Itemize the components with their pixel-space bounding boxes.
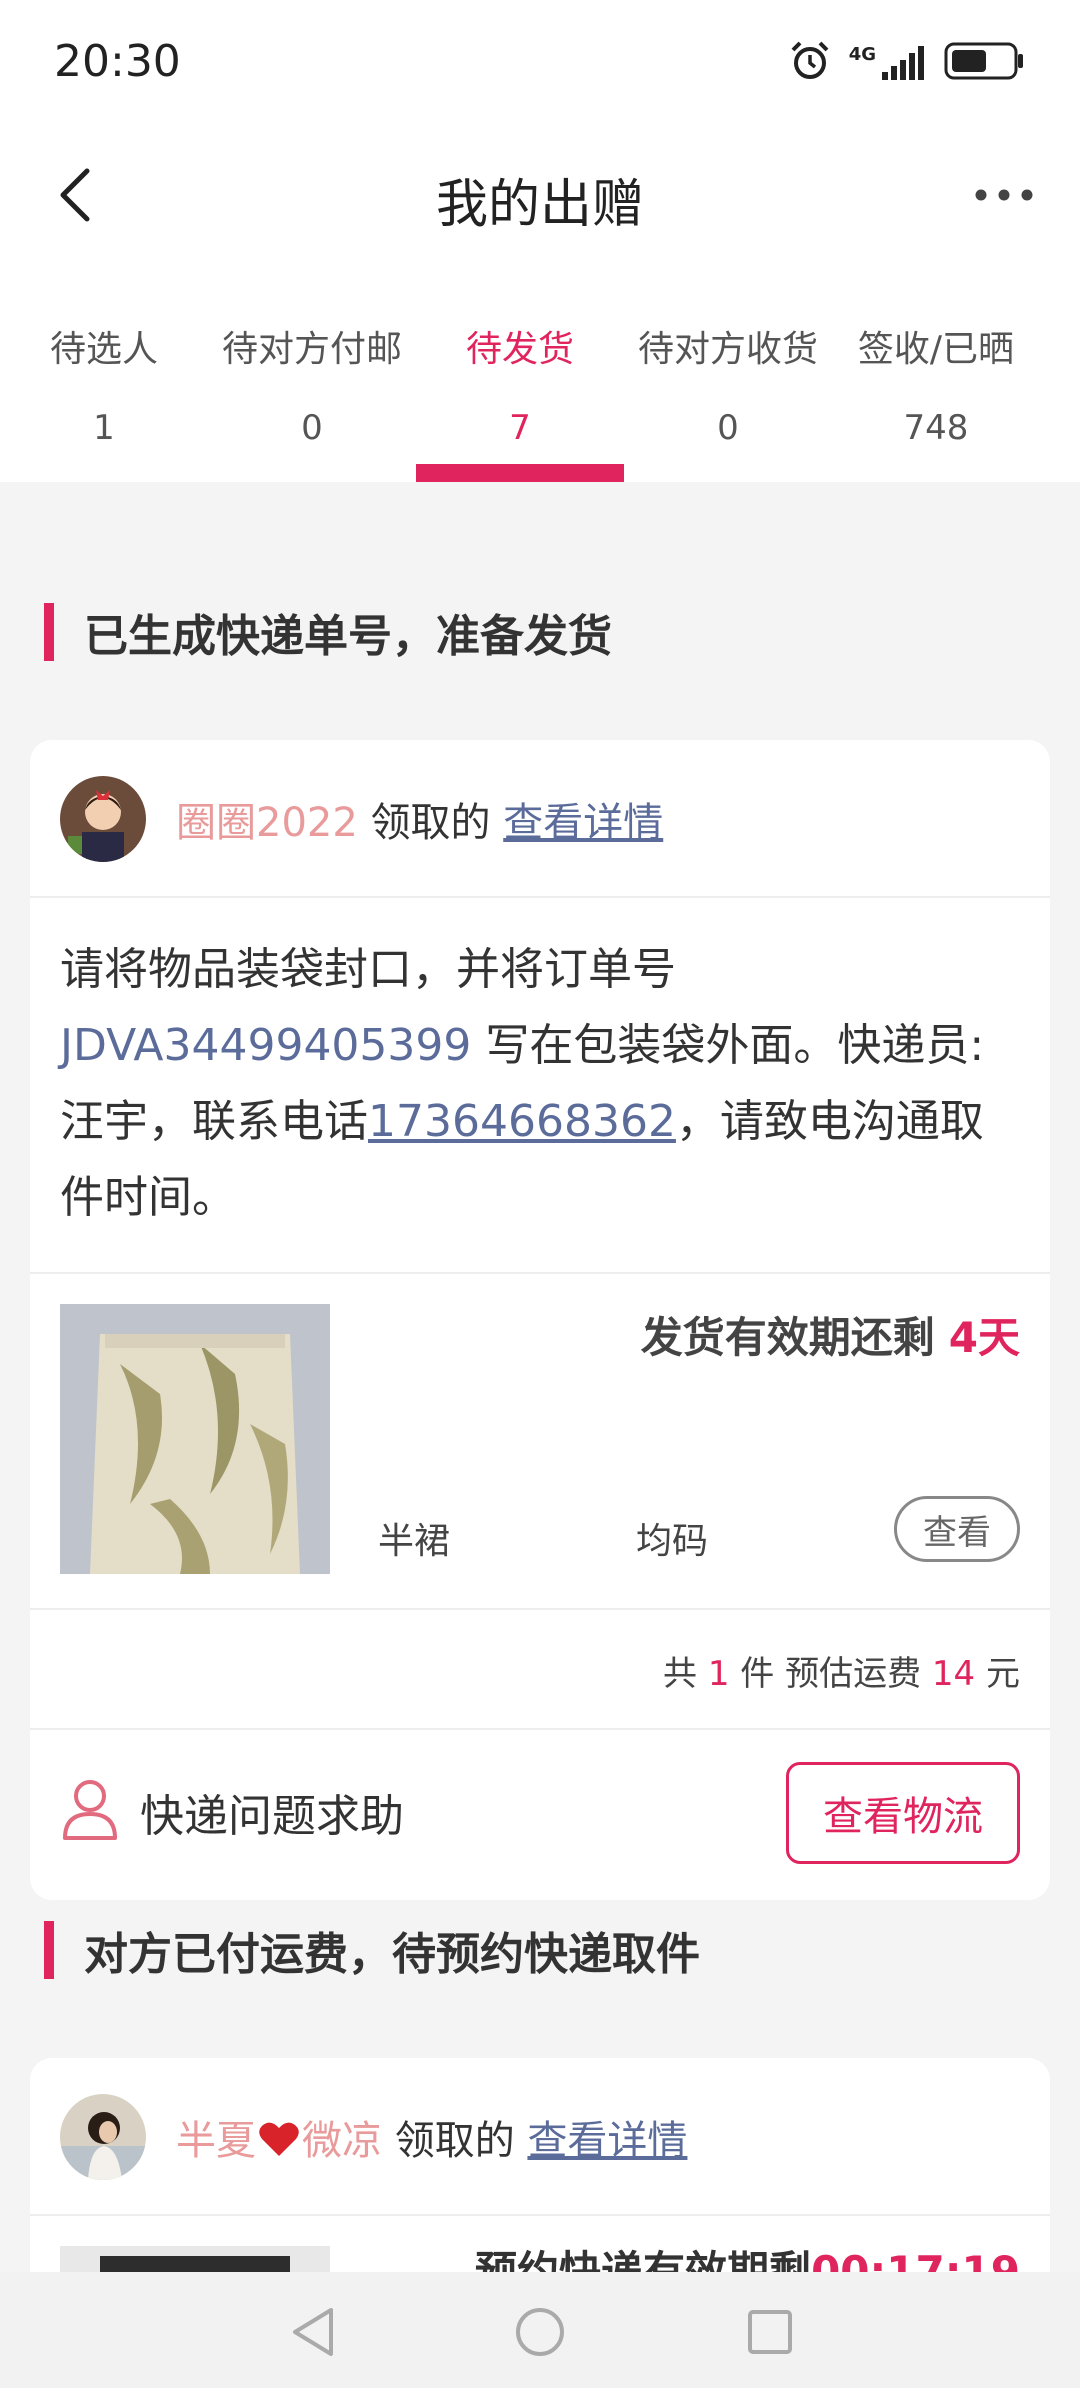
section-title: 已生成快递单号，准备发货 — [84, 611, 612, 662]
ship-deadline: 发货有效期还剩 4天 — [641, 1304, 1020, 1365]
taken-text: 领取的 — [370, 800, 491, 846]
tab-count: 7 — [509, 408, 531, 448]
tab-pending-ship[interactable]: 待发货 7 — [416, 260, 624, 482]
instr-prefix: 请将物品装袋封口，并将订单号 — [60, 944, 676, 995]
courier-help-link[interactable]: 快递问题求助 — [140, 1780, 404, 1844]
recipient-line: 圈圈2022 领取的 查看详情 — [176, 790, 663, 848]
square-recents-icon — [748, 2310, 792, 2354]
tab-label: 待发货 — [465, 329, 574, 370]
card-footer: 快递问题求助 查看物流 — [30, 1730, 1050, 1900]
section-title: 对方已付运费，待预约快递取件 — [84, 1929, 700, 1980]
tab-label: 签收/已晒 — [857, 329, 1015, 370]
section-accent-bar — [44, 603, 54, 661]
system-back-button[interactable] — [282, 2302, 342, 2362]
tab-count: 0 — [301, 408, 323, 448]
avatar[interactable] — [60, 2094, 146, 2180]
tab-label: 待选人 — [49, 329, 158, 370]
order-summary: 共 1 件 预估运费 14 元 — [30, 1610, 1050, 1730]
item-count: 1 — [707, 1654, 730, 1694]
active-tab-indicator — [416, 464, 624, 482]
view-details-link[interactable]: 查看详情 — [527, 2118, 687, 2164]
tab-label: 待对方付邮 — [221, 329, 402, 370]
battery-icon — [944, 42, 1024, 84]
system-home-button[interactable] — [510, 2302, 570, 2362]
network-label: 4G — [848, 44, 876, 65]
more-dots-icon — [975, 189, 1033, 201]
courier-phone-link[interactable]: 17364668362 — [368, 1096, 676, 1147]
shipment-card: 圈圈2022 领取的 查看详情 请将物品装袋封口，并将订单号 JDVA34499… — [30, 740, 1050, 1900]
shipping-instructions: 请将物品装袋封口，并将订单号 JDVA34499405399 写在包装袋外面。快… — [30, 898, 1050, 1274]
system-recents-button[interactable] — [740, 2302, 800, 2362]
tab-pending-receive[interactable]: 待对方收货 0 — [624, 260, 832, 482]
tab-pending-select[interactable]: 待选人 1 — [0, 260, 208, 482]
item-thumbnail[interactable] — [60, 1304, 330, 1574]
signal-icon: 4G — [849, 46, 926, 80]
view-logistics-button[interactable]: 查看物流 — [786, 1762, 1020, 1864]
alarm-icon — [789, 40, 831, 86]
nav-bar: 我的出赠 — [0, 130, 1080, 260]
deadline-label: 发货有效期还剩 — [640, 1313, 935, 1362]
instructions-text: 请将物品装袋封口，并将订单号 JDVA34499405399 写在包装袋外面。快… — [60, 932, 1020, 1236]
recipient-name[interactable]: 半夏 微凉 — [176, 2118, 382, 2164]
tab-count: 0 — [717, 408, 739, 448]
person-icon[interactable] — [60, 1776, 120, 1842]
page: 20:30 4G 我的出赠 待选人 1 待对方付邮 0 待发货 7 待对方收货 … — [0, 0, 1080, 2388]
section-header-pickup: 对方已付运费，待预约快递取件 — [44, 1918, 700, 1982]
recipient-name-part: 微凉 — [302, 2118, 382, 2164]
item-size: 均码 — [636, 1521, 709, 1562]
more-button[interactable] — [964, 160, 1044, 230]
recipient-name[interactable]: 圈圈2022 — [176, 800, 358, 846]
tab-pending-postage[interactable]: 待对方付邮 0 — [208, 260, 416, 482]
tab-count: 1 — [93, 408, 115, 448]
item-name: 半裙 — [378, 1521, 451, 1562]
summary-part: 共 — [663, 1654, 698, 1694]
summary-part: 元 — [986, 1654, 1020, 1694]
tab-label: 待对方收货 — [637, 329, 818, 370]
recipient-line: 半夏 微凉 领取的 查看详情 — [176, 2108, 687, 2168]
tab-signed[interactable]: 签收/已晒 748 — [832, 260, 1040, 482]
section-accent-bar — [44, 1921, 54, 1979]
view-details-link[interactable]: 查看详情 — [503, 800, 663, 846]
tab-count: 748 — [903, 408, 969, 448]
shipping-fee: 14 — [931, 1654, 976, 1694]
summary-text: 共 1 件 预估运费 14 元 — [663, 1646, 1020, 1695]
item-row: 发货有效期还剩 4天 半裙 均码 查看 — [30, 1274, 1050, 1610]
summary-part: 件 预估运费 — [740, 1654, 922, 1694]
order-number: JDVA34499405399 — [60, 1020, 472, 1071]
card-header: 半夏 微凉 领取的 查看详情 — [30, 2058, 1050, 2216]
status-tabs: 待选人 1 待对方付邮 0 待发货 7 待对方收货 0 签收/已晒 748 — [0, 260, 1080, 482]
taken-text: 领取的 — [394, 2118, 515, 2164]
circle-home-icon — [516, 2308, 564, 2356]
recipient-name-part: 半夏 — [176, 2118, 256, 2164]
triangle-back-icon — [293, 2308, 333, 2356]
section-header-ready: 已生成快递单号，准备发货 — [44, 600, 612, 664]
card-header: 圈圈2022 领取的 查看详情 — [30, 740, 1050, 898]
status-time: 20:30 — [54, 36, 181, 87]
status-bar: 20:30 4G — [0, 0, 1080, 130]
heart-icon — [258, 2120, 300, 2168]
status-icons: 4G — [789, 40, 1024, 86]
deadline-days: 4天 — [948, 1313, 1020, 1362]
avatar[interactable] — [60, 776, 146, 862]
view-item-button[interactable]: 查看 — [894, 1496, 1020, 1562]
page-title: 我的出赠 — [435, 175, 644, 235]
system-nav-bar — [0, 2272, 1080, 2388]
